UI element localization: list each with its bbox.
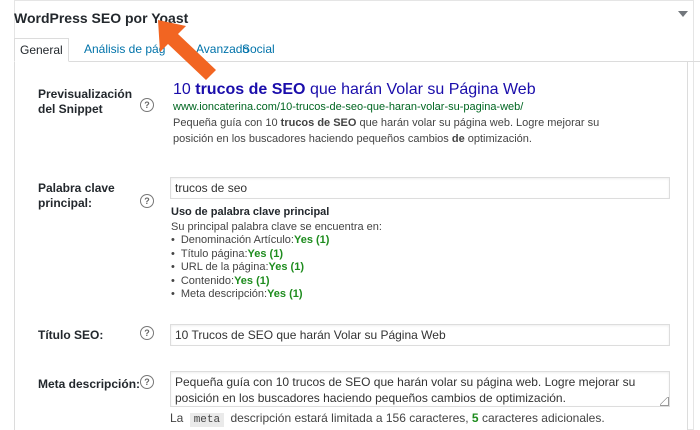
keyword-usage-subtitle: Su principal palabra clave se encuentra … — [171, 221, 382, 233]
snippet-desc-text: optimización. — [464, 133, 532, 145]
usage-result: Yes (1) — [247, 247, 283, 260]
tab-social[interactable]: Social — [242, 38, 275, 60]
caret-down-icon[interactable] — [678, 11, 688, 17]
snippet-desc-text: Pequeña guía con 10 — [173, 117, 281, 129]
meta-description-counter: La meta descripción estará limitada a 15… — [170, 411, 605, 427]
usage-location: Denominación Artículo: — [180, 234, 294, 246]
usage-location: Título página: — [180, 247, 248, 260]
usage-result: Yes (1) — [268, 261, 304, 273]
usage-location: Meta descripción: — [180, 288, 268, 300]
list-item: Denominación Artículo:Yes (1) — [171, 234, 330, 248]
note-text: caracteres adicionales. — [481, 411, 605, 425]
question-circle-icon[interactable]: ? — [140, 98, 154, 112]
seo-title-label: Título SEO: — [38, 328, 104, 342]
usage-result: Yes (1) — [267, 288, 303, 300]
snippet-description: Pequeña guía con 10 trucos de SEO que ha… — [173, 115, 603, 147]
metabox-tabs: General Análisis de pág Avanzado Social — [14, 38, 700, 62]
focus-keyword-input[interactable] — [170, 177, 670, 199]
focus-keyword-label: Palabra clave principal: — [38, 181, 115, 210]
question-circle-icon[interactable]: ? — [140, 194, 154, 208]
usage-location: Contenido: — [180, 274, 235, 287]
snippet-desc-keyword: trucos de SEO — [280, 117, 357, 129]
note-code: meta — [189, 413, 225, 427]
resize-handle-icon[interactable] — [660, 397, 669, 406]
seo-title-input[interactable] — [170, 324, 670, 346]
meta-description-textarea[interactable]: Pequeña guía con 10 trucos de SEO que ha… — [170, 371, 670, 407]
usage-result: Yes (1) — [234, 274, 270, 287]
tab-general[interactable]: General — [14, 38, 69, 62]
question-circle-icon[interactable]: ? — [140, 375, 154, 389]
list-item: Meta descripción:Yes (1) — [171, 288, 329, 302]
keyword-usage-list: Denominación Artículo:Yes (1) Título pág… — [171, 234, 330, 302]
snippet-title-keyword: trucos de SEO — [195, 81, 306, 98]
snippet-desc-keyword: de — [451, 133, 465, 145]
keyword-usage-heading: Uso de palabra clave principal — [171, 206, 330, 218]
list-item: Título página:Yes (1) — [171, 248, 329, 262]
remaining-count: 5 — [471, 411, 479, 425]
snippet-url: www.ioncaterina.com/10-trucos-de-seo-que… — [173, 101, 524, 113]
snippet-title-rest: que harán Volar su Página Web — [305, 81, 536, 98]
usage-result: Yes (1) — [293, 234, 330, 246]
note-text: La — [170, 411, 184, 425]
question-circle-icon[interactable]: ? — [140, 326, 154, 340]
usage-location: URL de la página: — [180, 261, 269, 273]
orange-arrow-icon — [158, 20, 216, 80]
snippet-title[interactable]: 10 trucos de SEO que harán Volar su Pági… — [173, 81, 536, 99]
note-text: descripción estará limitada a 156 caract… — [230, 411, 469, 425]
snippet-title-prefix: 10 — [173, 81, 196, 98]
snippet-preview-label: Previsualización del Snippet — [38, 87, 133, 116]
meta-description-label: Meta descripción: — [38, 377, 141, 391]
list-item: Contenido:Yes (1) — [171, 275, 329, 289]
list-item: URL de la página:Yes (1) — [171, 261, 329, 275]
